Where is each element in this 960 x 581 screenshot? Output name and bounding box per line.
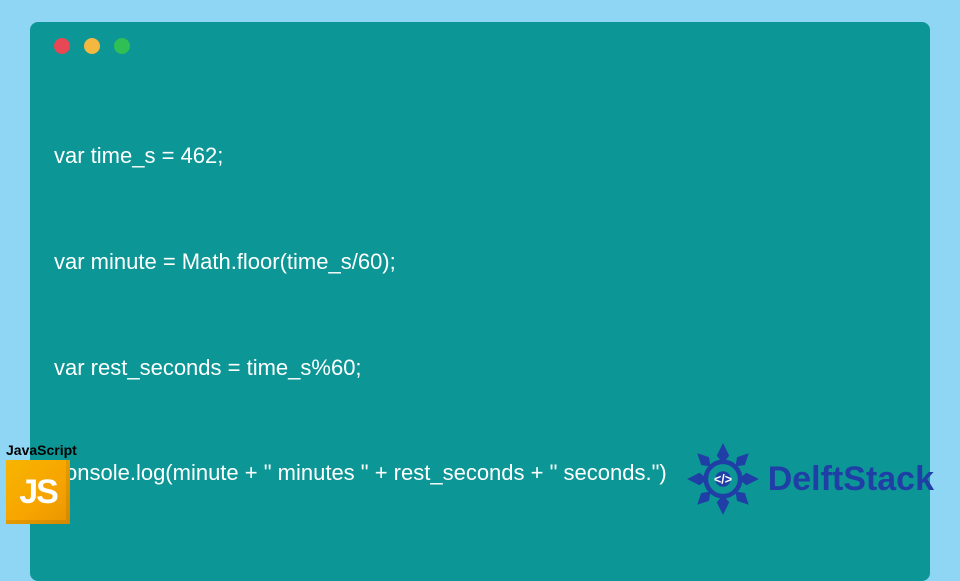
javascript-logo-icon: JS bbox=[6, 460, 70, 524]
code-line: var minute = Math.floor(time_s/60); bbox=[54, 244, 906, 279]
gear-diamond-icon: </> bbox=[684, 440, 762, 518]
brand-name: DelftStack bbox=[768, 460, 934, 499]
close-icon bbox=[54, 38, 70, 54]
javascript-badge: JavaScript JS bbox=[6, 442, 86, 524]
javascript-label: JavaScript bbox=[6, 442, 86, 458]
minimize-icon bbox=[84, 38, 100, 54]
brand-logo: </> DelftStack bbox=[684, 440, 934, 518]
svg-text:</>: </> bbox=[714, 473, 732, 487]
javascript-logo-text: JS bbox=[19, 473, 57, 512]
maximize-icon bbox=[114, 38, 130, 54]
code-line: var rest_seconds = time_s%60; bbox=[54, 350, 906, 385]
window-controls bbox=[54, 38, 906, 54]
code-line: var time_s = 462; bbox=[54, 138, 906, 173]
